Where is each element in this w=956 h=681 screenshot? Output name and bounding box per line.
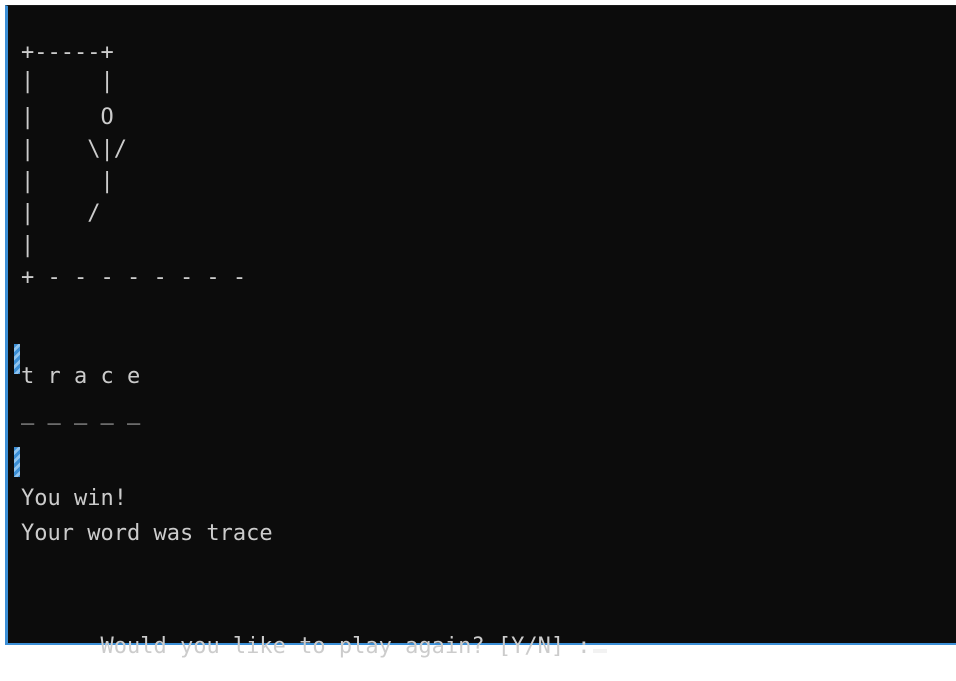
gallows-line-7: | <box>21 233 35 258</box>
gallows-line-4: | \|/ <box>21 137 127 162</box>
gallows-line-2: | | <box>21 69 114 94</box>
gallows-base: + - - - - - - - - <box>21 265 247 290</box>
scroll-marker-bottom <box>14 447 20 477</box>
gallows-line-5: | | <box>21 169 114 194</box>
gallows-line-1: +-----+ <box>21 40 114 65</box>
gallows-line-6: | / <box>21 201 101 226</box>
console-window[interactable]: +-----+ | | | O | \|/ | | | / | + - - - … <box>5 5 956 658</box>
screenshot-frame: +-----+ | | | O | \|/ | | | / | + - - - … <box>0 0 956 658</box>
gallows-line-3: | O <box>21 105 114 130</box>
word-blanks: _ _ _ _ _ <box>21 400 141 425</box>
result-message: You win! <box>21 486 127 511</box>
text-cursor[interactable] <box>592 649 607 653</box>
play-again-prompt: Would you like to play again? [Y/N] : <box>100 634 591 659</box>
scroll-marker-top <box>14 344 20 374</box>
word-reveal: Your word was trace <box>21 521 273 546</box>
play-again-prompt-line: Would you like to play again? [Y/N] : <box>21 614 607 680</box>
guessed-letters: t r a c e <box>21 364 141 389</box>
